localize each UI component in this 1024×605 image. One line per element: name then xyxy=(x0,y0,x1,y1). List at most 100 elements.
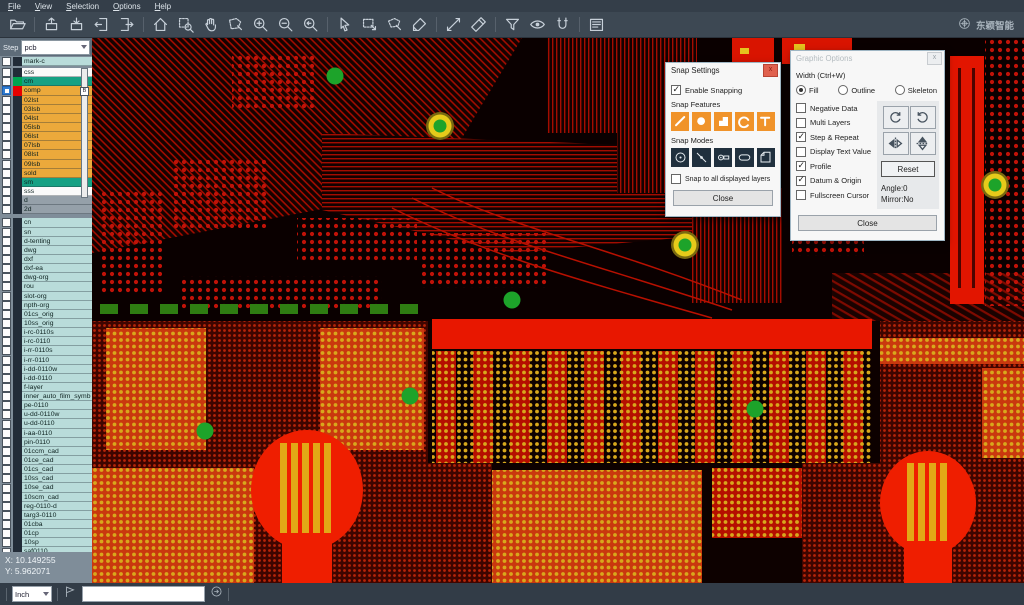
snap-feature-pad-icon[interactable] xyxy=(692,112,710,131)
option-checkbox[interactable] xyxy=(796,132,806,142)
layer-visibility-checkbox[interactable] xyxy=(2,292,11,301)
layer-color-chip[interactable] xyxy=(13,57,22,66)
layer-visibility-checkbox[interactable] xyxy=(2,273,11,282)
import-down-icon[interactable] xyxy=(64,14,89,35)
layer-visibility-checkbox[interactable] xyxy=(2,493,11,502)
layer-row[interactable]: 10se_cad xyxy=(0,483,92,492)
layer-row[interactable]: 03lsb xyxy=(0,105,92,114)
layer-visibility-checkbox[interactable] xyxy=(2,511,11,520)
layer-color-chip[interactable] xyxy=(13,383,22,392)
layer-row[interactable]: i-rc-0110 xyxy=(0,337,92,346)
layer-visibility-checkbox[interactable] xyxy=(2,520,11,529)
width-radio-outline[interactable]: Outline xyxy=(838,85,875,95)
layer-row[interactable]: 08lst xyxy=(0,150,92,159)
layer-visibility-checkbox[interactable] xyxy=(2,141,11,150)
snap-mode-point-icon[interactable] xyxy=(692,148,710,167)
option-checkbox[interactable] xyxy=(796,176,806,186)
layer-visibility-checkbox[interactable] xyxy=(2,105,11,114)
layer-visibility-checkbox[interactable] xyxy=(2,77,11,86)
layer-row[interactable]: reg-0110-d xyxy=(0,502,92,511)
snap-feature-arc-icon[interactable] xyxy=(735,112,753,131)
layer-row[interactable]: 10scm_cad xyxy=(0,493,92,502)
zoom-out-icon[interactable] xyxy=(273,14,298,35)
layer-visibility-checkbox[interactable] xyxy=(2,160,11,169)
layer-color-chip[interactable] xyxy=(13,474,22,483)
graphic-option-datum-origin[interactable]: Datum & Origin xyxy=(796,174,873,189)
layer-visibility-checkbox[interactable] xyxy=(2,346,11,355)
layer-visibility-checkbox[interactable] xyxy=(2,228,11,237)
layer-color-chip[interactable] xyxy=(13,141,22,150)
layer-row[interactable]: i-rr-0110s xyxy=(0,346,92,355)
layer-row[interactable]: 07lsb xyxy=(0,141,92,150)
layer-row[interactable]: sss xyxy=(0,187,92,196)
snap-feature-text-icon[interactable] xyxy=(757,112,775,131)
import-up-icon[interactable] xyxy=(39,14,64,35)
layer-visibility-checkbox[interactable] xyxy=(2,529,11,538)
layer-color-chip[interactable] xyxy=(13,273,22,282)
layer-row[interactable]: rou xyxy=(0,282,92,291)
layer-visibility-checkbox[interactable] xyxy=(2,383,11,392)
zoom-previous-icon[interactable] xyxy=(298,14,323,35)
graphic-option-step-repeat[interactable]: Step & Repeat xyxy=(796,130,873,145)
layer-row[interactable]: 01cba xyxy=(0,520,92,529)
layer-visibility-checkbox[interactable] xyxy=(2,374,11,383)
layer-color-chip[interactable] xyxy=(13,493,22,502)
layer-row[interactable]: sold xyxy=(0,169,92,178)
layer-row[interactable]: css xyxy=(0,68,92,77)
layer-visibility-checkbox[interactable] xyxy=(2,246,11,255)
layer-row[interactable]: i-dd-0110 xyxy=(0,374,92,383)
mirror-vertical-button[interactable] xyxy=(910,132,936,155)
layer-row[interactable]: dxf-ea xyxy=(0,264,92,273)
layer-row[interactable]: 01cp xyxy=(0,529,92,538)
layer-color-chip[interactable] xyxy=(13,365,22,374)
measure-object-icon[interactable] xyxy=(466,14,491,35)
page-import-icon[interactable] xyxy=(89,14,114,35)
layer-visibility-checkbox[interactable] xyxy=(2,356,11,365)
step-selector[interactable]: pcb xyxy=(21,40,90,55)
option-checkbox[interactable] xyxy=(796,103,806,113)
layer-row[interactable]: i-rr-0110 xyxy=(0,356,92,365)
layer-color-chip[interactable] xyxy=(13,196,22,205)
layer-row[interactable]: 01cs_cad xyxy=(0,465,92,474)
layer-visibility-checkbox[interactable] xyxy=(2,196,11,205)
layer-color-chip[interactable] xyxy=(13,237,22,246)
option-checkbox[interactable] xyxy=(796,118,806,128)
layer-row[interactable]: d xyxy=(0,196,92,205)
layer-color-chip[interactable] xyxy=(13,105,22,114)
layer-visibility-checkbox[interactable] xyxy=(2,255,11,264)
layer-row[interactable]: 01ce_cad xyxy=(0,456,92,465)
layer-color-chip[interactable] xyxy=(13,282,22,291)
layer-visibility-checkbox[interactable] xyxy=(2,86,11,95)
layer-color-chip[interactable] xyxy=(13,520,22,529)
layer-visibility-checkbox[interactable] xyxy=(2,465,11,474)
option-checkbox[interactable] xyxy=(796,147,806,157)
graphic-option-display-text-value[interactable]: Display Text Value xyxy=(796,145,873,160)
layer-color-chip[interactable] xyxy=(13,114,22,123)
graphic-option-profile[interactable]: Profile xyxy=(796,159,873,174)
layer-visibility-checkbox[interactable] xyxy=(2,237,11,246)
measure-point-icon[interactable] xyxy=(441,14,466,35)
layer-row[interactable]: f-layer xyxy=(0,383,92,392)
layer-row[interactable]: dxf xyxy=(0,255,92,264)
layer-color-chip[interactable] xyxy=(13,205,22,214)
snap-settings-titlebar[interactable]: Snap Settings x xyxy=(666,63,780,78)
snap-feature-corner-icon[interactable] xyxy=(714,112,732,131)
layer-color-chip[interactable] xyxy=(13,483,22,492)
layer-visibility-checkbox[interactable] xyxy=(2,123,11,132)
layer-color-chip[interactable] xyxy=(13,310,22,319)
radio-icon[interactable] xyxy=(796,85,806,95)
layer-visibility-checkbox[interactable] xyxy=(2,447,11,456)
layer-visibility-checkbox[interactable] xyxy=(2,484,11,493)
layer-color-chip[interactable] xyxy=(13,337,22,346)
layer-row[interactable]: d-tenting xyxy=(0,237,92,246)
radio-icon[interactable] xyxy=(895,85,905,95)
layer-color-chip[interactable] xyxy=(13,169,22,178)
layer-visibility-checkbox[interactable] xyxy=(2,337,11,346)
snap-magnet-icon[interactable] xyxy=(550,14,575,35)
layer-color-chip[interactable] xyxy=(13,456,22,465)
layer-row[interactable]: dwg-org xyxy=(0,273,92,282)
layer-visibility-checkbox[interactable] xyxy=(2,365,11,374)
layer-color-chip[interactable] xyxy=(13,187,22,196)
menu-view[interactable]: View xyxy=(35,2,52,11)
layer-panel-icon[interactable] xyxy=(584,14,609,35)
